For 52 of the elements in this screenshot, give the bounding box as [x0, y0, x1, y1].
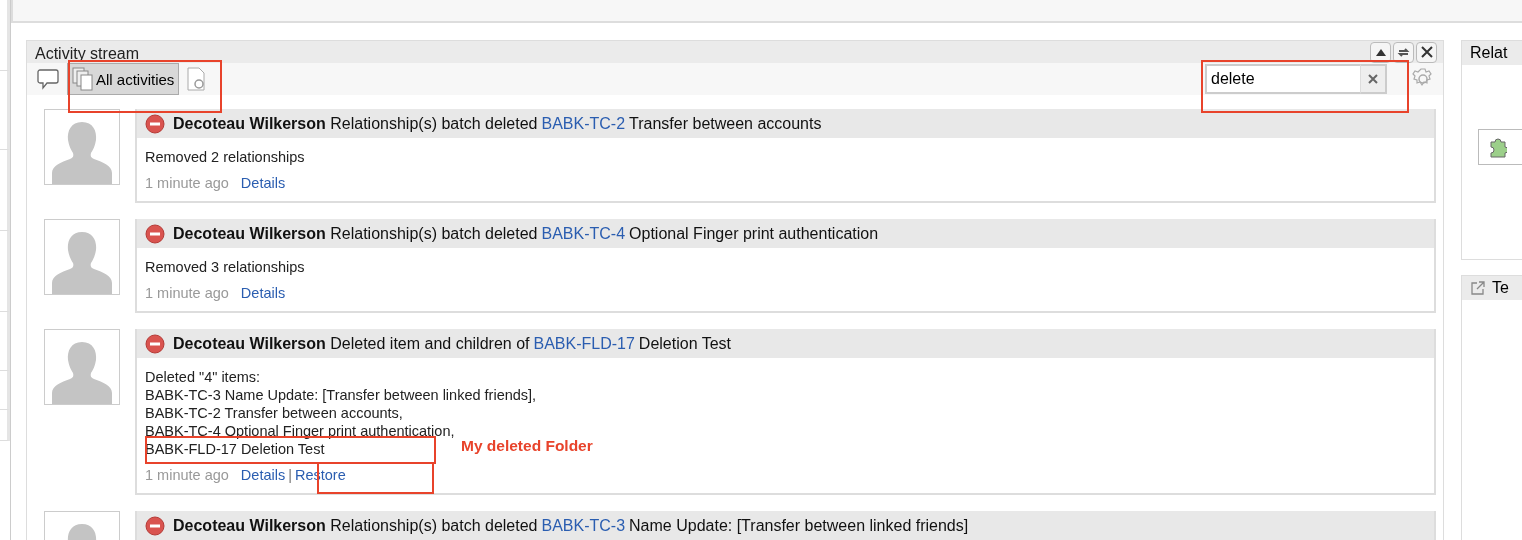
- item-title: Optional Finger print authentication: [629, 224, 879, 243]
- document-settings-icon[interactable]: [187, 67, 208, 91]
- activity-headline: Decoteau Wilkerson Deleted item and children of: [173, 334, 530, 353]
- activity-text: BABK-TC-2 Transfer between accounts,: [145, 404, 403, 422]
- item-title: Name Update: [Transfer between linked friends]: [629, 516, 969, 535]
- delete-status-icon: [145, 223, 165, 244]
- activity-text: BABK-FLD-17 Deletion Test: [145, 440, 325, 458]
- close-button[interactable]: [1416, 41, 1437, 63]
- all-activities-button[interactable]: All activities: [67, 63, 180, 95]
- annotation-note: My deleted Folder: [461, 437, 593, 455]
- refresh-button[interactable]: [1393, 41, 1414, 63]
- external-link-icon[interactable]: [1470, 280, 1486, 296]
- item-link[interactable]: BABK-TC-3: [541, 516, 626, 535]
- item-link[interactable]: BABK-TC-4: [541, 224, 626, 243]
- activity-headline: Decoteau Wilkerson Relationship(s) batch deleted: [173, 114, 538, 133]
- puzzle-icon: [1489, 136, 1507, 158]
- side-panel-title: Te: [1492, 279, 1509, 297]
- link-separator: |: [288, 466, 292, 484]
- documents-icon: [72, 67, 94, 91]
- delete-status-icon: [145, 333, 165, 354]
- activity-text: BABK-TC-3 Name Update: [Transfer between linked friends],: [145, 386, 537, 404]
- delete-status-icon: [145, 113, 165, 134]
- activity-text: Deleted "4" items:: [145, 368, 261, 386]
- item-title: Deletion Test: [638, 334, 732, 353]
- timestamp: 1 minute ago: [145, 284, 229, 302]
- activity-text: Removed 2 relationships: [145, 148, 305, 166]
- refresh-icon: [1397, 45, 1410, 59]
- activity-link[interactable]: Details: [240, 174, 286, 192]
- side-panel-title: Relat: [1470, 44, 1508, 62]
- timestamp: 1 minute ago: [145, 466, 229, 484]
- panel-title: Activity stream: [35, 44, 140, 63]
- activity-headline: Decoteau Wilkerson Relationship(s) batch deleted: [173, 224, 538, 243]
- sidebar-row: [0, 312, 10, 371]
- item-link[interactable]: BABK-FLD-17: [533, 334, 635, 353]
- close-icon: [1420, 46, 1433, 58]
- activity-link[interactable]: Details: [240, 284, 286, 302]
- activity-link[interactable]: Details: [240, 466, 286, 484]
- triangle-up-icon: [1375, 48, 1386, 56]
- close-icon: [1368, 74, 1378, 84]
- item-link[interactable]: BABK-TC-2: [541, 114, 626, 133]
- activity-headline: Decoteau Wilkerson Relationship(s) batch deleted: [173, 516, 538, 535]
- search-input[interactable]: delete: [1205, 64, 1360, 94]
- sidebar-row: [0, 371, 10, 410]
- delete-status-icon: [145, 515, 165, 536]
- comment-icon[interactable]: [37, 68, 59, 90]
- clear-search-button[interactable]: [1360, 64, 1387, 94]
- activity-text: Removed 3 relationships: [145, 258, 305, 276]
- timestamp: 1 minute ago: [145, 174, 229, 192]
- activity-text: BABK-TC-4 Optional Finger print authentication,: [145, 422, 455, 440]
- collapse-button[interactable]: [1370, 41, 1391, 63]
- item-title: Transfer between accounts: [629, 114, 822, 133]
- sidebar-row: [0, 410, 10, 441]
